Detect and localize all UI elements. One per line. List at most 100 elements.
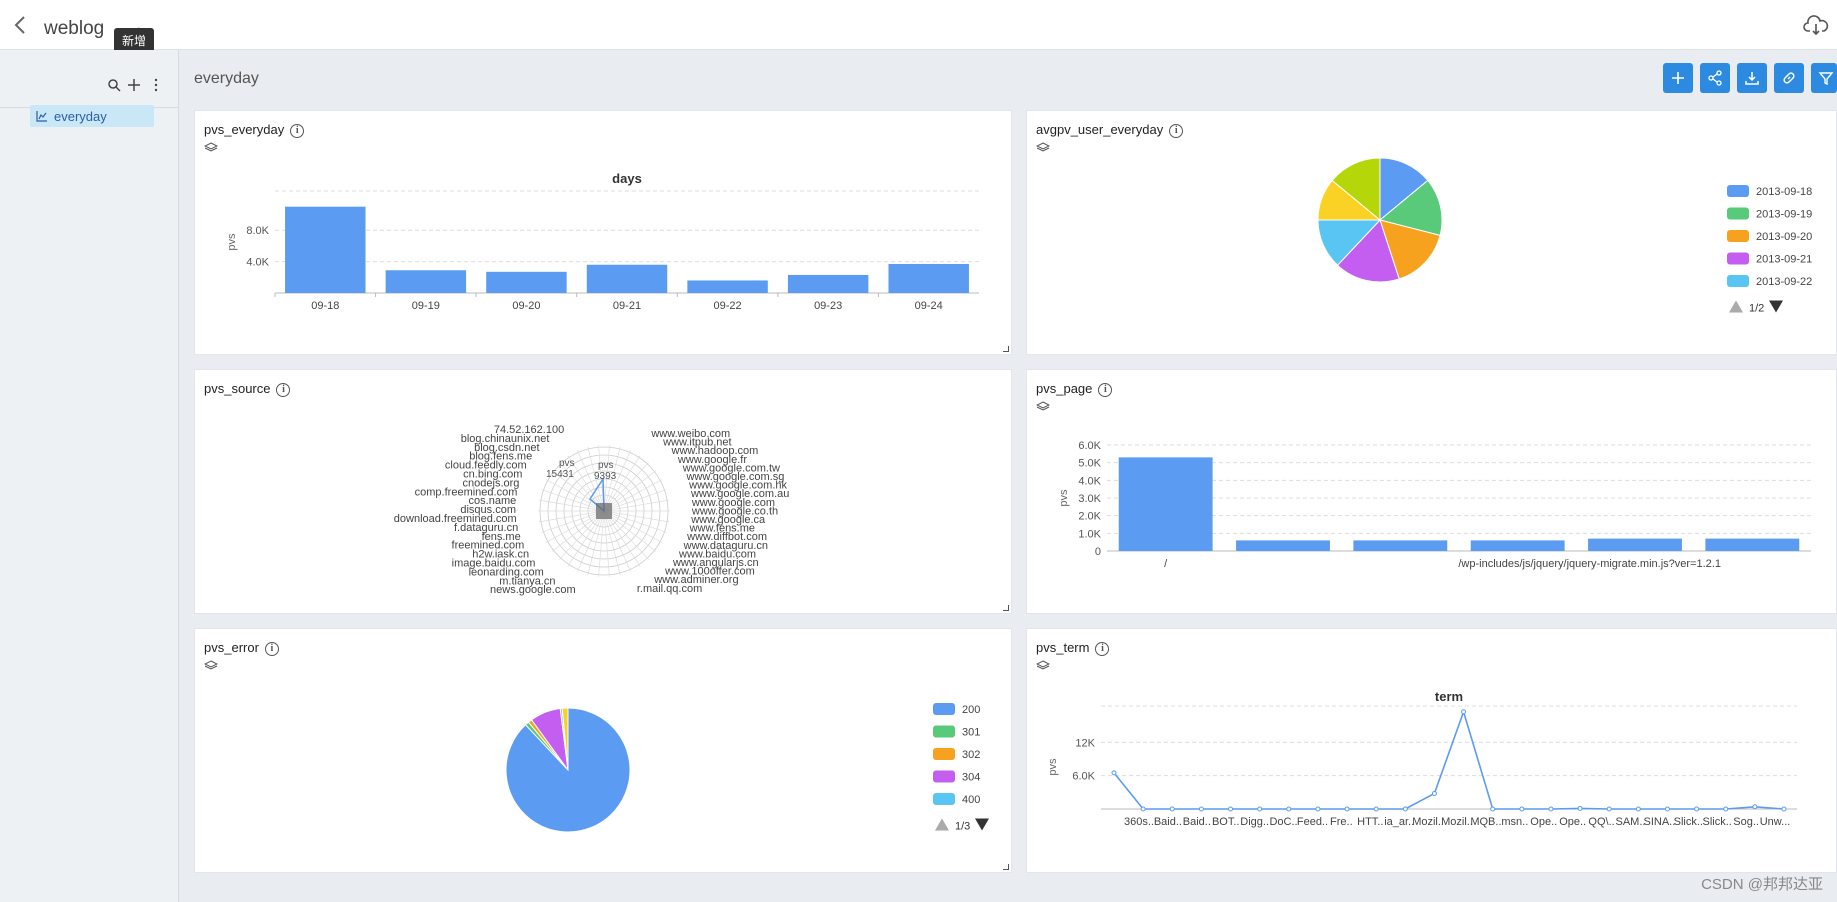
radar-annotation-series: pvs — [598, 460, 614, 471]
radar-spoke — [541, 510, 605, 533]
line-point — [1169, 806, 1175, 812]
bar — [687, 280, 768, 293]
x-tick-label: 09-21 — [613, 300, 641, 312]
x-tick-label: SINA.. — [1643, 816, 1675, 828]
resize-handle[interactable] — [1003, 346, 1009, 352]
plus-icon — [1672, 72, 1684, 84]
legend-label: 302 — [962, 749, 980, 761]
sidebar: everyday — [0, 50, 179, 902]
line-series — [1113, 709, 1785, 810]
x-tick-label: QQ\.. — [1588, 816, 1614, 828]
radar-chart-source: 74.52.162.100blog.chinaunix.netblog.csdn… — [394, 424, 790, 596]
card-pvs-everyday: pvs_everyday i days pvs 4.0K 8.0K 09-18 09-19 0… — [194, 110, 1012, 355]
line-point — [1490, 806, 1496, 812]
legend-swatch — [1727, 275, 1749, 287]
x-tick-label: 09-19 — [412, 300, 440, 312]
radar-label: r.mail.qq.com — [637, 583, 702, 595]
sidebar-toolbar — [0, 64, 179, 108]
x-tick-label: Mozil.. — [1441, 816, 1473, 828]
filter-button[interactable] — [1811, 63, 1837, 93]
y-tick-label: 1.0K — [1078, 528, 1101, 540]
line-point — [1228, 806, 1234, 812]
legend-label: 304 — [962, 772, 980, 784]
x-tick-label: Digg.. — [1240, 816, 1269, 828]
x-tick-label: Fre.. — [1330, 816, 1353, 828]
share-button[interactable] — [1700, 63, 1730, 93]
y-tick-label: 6.0K — [1072, 771, 1095, 783]
cloud-download-icon[interactable] — [1803, 14, 1829, 36]
bar-chart-page: pvs 0 1.0K 2.0K 3.0K 4.0K 5.0K 6.0K / /wp-include… — [1058, 440, 1811, 570]
line-point — [1431, 790, 1437, 796]
line-point — [1286, 806, 1292, 812]
y-tick-label: 4.0K — [1078, 475, 1101, 487]
legend-prev-icon — [1729, 300, 1743, 313]
legend-swatch — [933, 748, 955, 760]
bar — [1353, 540, 1448, 551]
y-tick-label: 3.0K — [1078, 493, 1101, 505]
x-tick-label: Feed.. — [1297, 816, 1328, 828]
resize-handle[interactable] — [1003, 864, 1009, 870]
download-button[interactable] — [1737, 63, 1767, 93]
x-tick-label: ia_ar.. — [1384, 816, 1414, 828]
pie-chart-avgpv: 2013-09-18 2013-09-19 2013-09-20 2013-09-21… — [1317, 157, 1812, 315]
radar-annotation-series: pvs — [559, 458, 575, 469]
y-tick-label: 2.0K — [1078, 511, 1101, 523]
link-icon — [1783, 72, 1795, 84]
legend-label: 2013-09-22 — [1756, 276, 1812, 288]
legend-prev-icon — [935, 818, 949, 831]
sidebar-item-label: everyday — [54, 109, 107, 124]
radar-spoke — [603, 489, 667, 512]
legend-swatch — [933, 725, 955, 738]
radar-annotation-value: 9393 — [594, 471, 617, 482]
more-icon[interactable] — [149, 78, 163, 92]
x-tick-label: HTT.. — [1357, 816, 1383, 828]
x-tick-label: Sog.. — [1733, 816, 1759, 828]
legend-swatch — [933, 703, 955, 715]
pie-chart-error: 200 301 302 304 400 1/3 — [505, 703, 989, 833]
legend-label: 2013-09-19 — [1756, 209, 1812, 221]
line-point — [1752, 804, 1758, 810]
filter-icon — [1818, 72, 1834, 86]
bar — [586, 264, 668, 293]
line-point — [1198, 806, 1204, 812]
y-tick-label: 0 — [1095, 546, 1101, 558]
bar — [285, 206, 366, 293]
line-point — [1344, 806, 1350, 812]
x-tick-label: 360s.. — [1124, 816, 1154, 828]
page-title: everyday — [194, 70, 259, 87]
x-tick-label: 09-22 — [714, 300, 742, 312]
link-button[interactable] — [1774, 63, 1804, 93]
legend-label: 2013-09-18 — [1756, 186, 1812, 198]
legend-next-icon — [1769, 300, 1783, 313]
legend-label: 200 — [962, 704, 980, 716]
legend-next-icon — [975, 818, 989, 831]
legend-swatch — [1727, 185, 1749, 197]
watermark: CSDN @邦邦达亚 — [1701, 876, 1823, 893]
add-button[interactable] — [1663, 63, 1693, 93]
add-icon[interactable] — [127, 78, 141, 92]
legend-swatch — [1727, 252, 1749, 265]
bar — [1705, 538, 1800, 551]
line-point — [1664, 806, 1670, 812]
line-point — [1315, 806, 1321, 812]
legend-pager: 1/3 — [955, 821, 970, 833]
search-icon[interactable] — [107, 78, 121, 92]
line-point — [1635, 806, 1641, 812]
legend-label: 400 — [962, 794, 980, 806]
chart-icon — [36, 111, 47, 122]
x-tick-label: BOT.. — [1212, 816, 1240, 828]
y-axis-label: pvs — [226, 233, 238, 251]
x-tick-label: 09-23 — [814, 300, 842, 312]
y-tick-label: 8.0K — [246, 225, 269, 237]
x-tick-label: Baid.. — [1183, 816, 1211, 828]
y-tick-label: 4.0K — [246, 257, 269, 269]
bar — [385, 270, 467, 293]
back-arrow-icon[interactable] — [10, 14, 32, 36]
line-point — [1402, 806, 1408, 812]
share-icon — [1708, 70, 1722, 86]
x-tick-label: Ope.. — [1530, 816, 1557, 828]
chart-title: term — [1435, 689, 1463, 704]
line-point — [1694, 806, 1700, 812]
resize-handle[interactable] — [1003, 605, 1009, 611]
sidebar-item-everyday[interactable]: everyday — [30, 105, 154, 127]
